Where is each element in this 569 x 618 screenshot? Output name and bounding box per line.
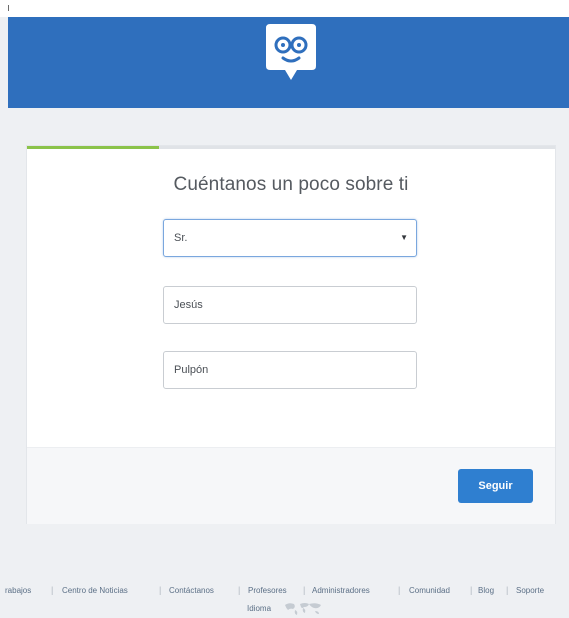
- progress-fill: [27, 146, 159, 149]
- edmodo-mascot-icon[interactable]: [264, 20, 318, 92]
- browser-top-strip: [0, 0, 569, 17]
- first-name-value: Jesús: [174, 299, 203, 311]
- footer-separator: |: [303, 585, 306, 595]
- tick-mark: [8, 5, 9, 11]
- signup-card: Cuéntanos un poco sobre ti Sr. ▼ Jesús P…: [27, 146, 555, 524]
- title-select-value: Sr.: [174, 232, 188, 244]
- dropdown-arrow-icon: ▼: [400, 233, 408, 242]
- footer-link-trabajos[interactable]: rabajos: [5, 586, 31, 595]
- title-select[interactable]: Sr. ▼: [163, 219, 417, 257]
- footer-link-contact[interactable]: Contáctanos: [169, 586, 214, 595]
- last-name-field[interactable]: Pulpón: [163, 351, 417, 389]
- footer-separator: |: [506, 585, 509, 595]
- language-label[interactable]: Idioma: [247, 604, 271, 613]
- footer-link-community[interactable]: Comunidad: [409, 586, 450, 595]
- footer-separator: |: [51, 585, 54, 595]
- next-button[interactable]: Seguir: [458, 469, 533, 503]
- signup-page: Cuéntanos un poco sobre ti Sr. ▼ Jesús P…: [0, 0, 569, 618]
- page-title: Cuéntanos un poco sobre ti: [173, 174, 409, 195]
- footer-separator: |: [398, 585, 401, 595]
- footer-link-news[interactable]: Centro de Noticias: [62, 586, 128, 595]
- card-footer: Seguir: [27, 447, 555, 524]
- footer-link-blog[interactable]: Blog: [478, 586, 494, 595]
- footer-link-teachers[interactable]: Profesores: [248, 586, 287, 595]
- world-map-icon[interactable]: [283, 600, 323, 616]
- first-name-field[interactable]: Jesús: [163, 286, 417, 324]
- footer-link-support[interactable]: Soporte: [516, 586, 544, 595]
- footer-link-admins[interactable]: Administradores: [312, 586, 370, 595]
- footer-separator: |: [238, 585, 241, 595]
- footer-separator: |: [159, 585, 162, 595]
- footer-separator: |: [470, 585, 473, 595]
- progress-track: [27, 146, 555, 149]
- last-name-value: Pulpón: [174, 364, 209, 376]
